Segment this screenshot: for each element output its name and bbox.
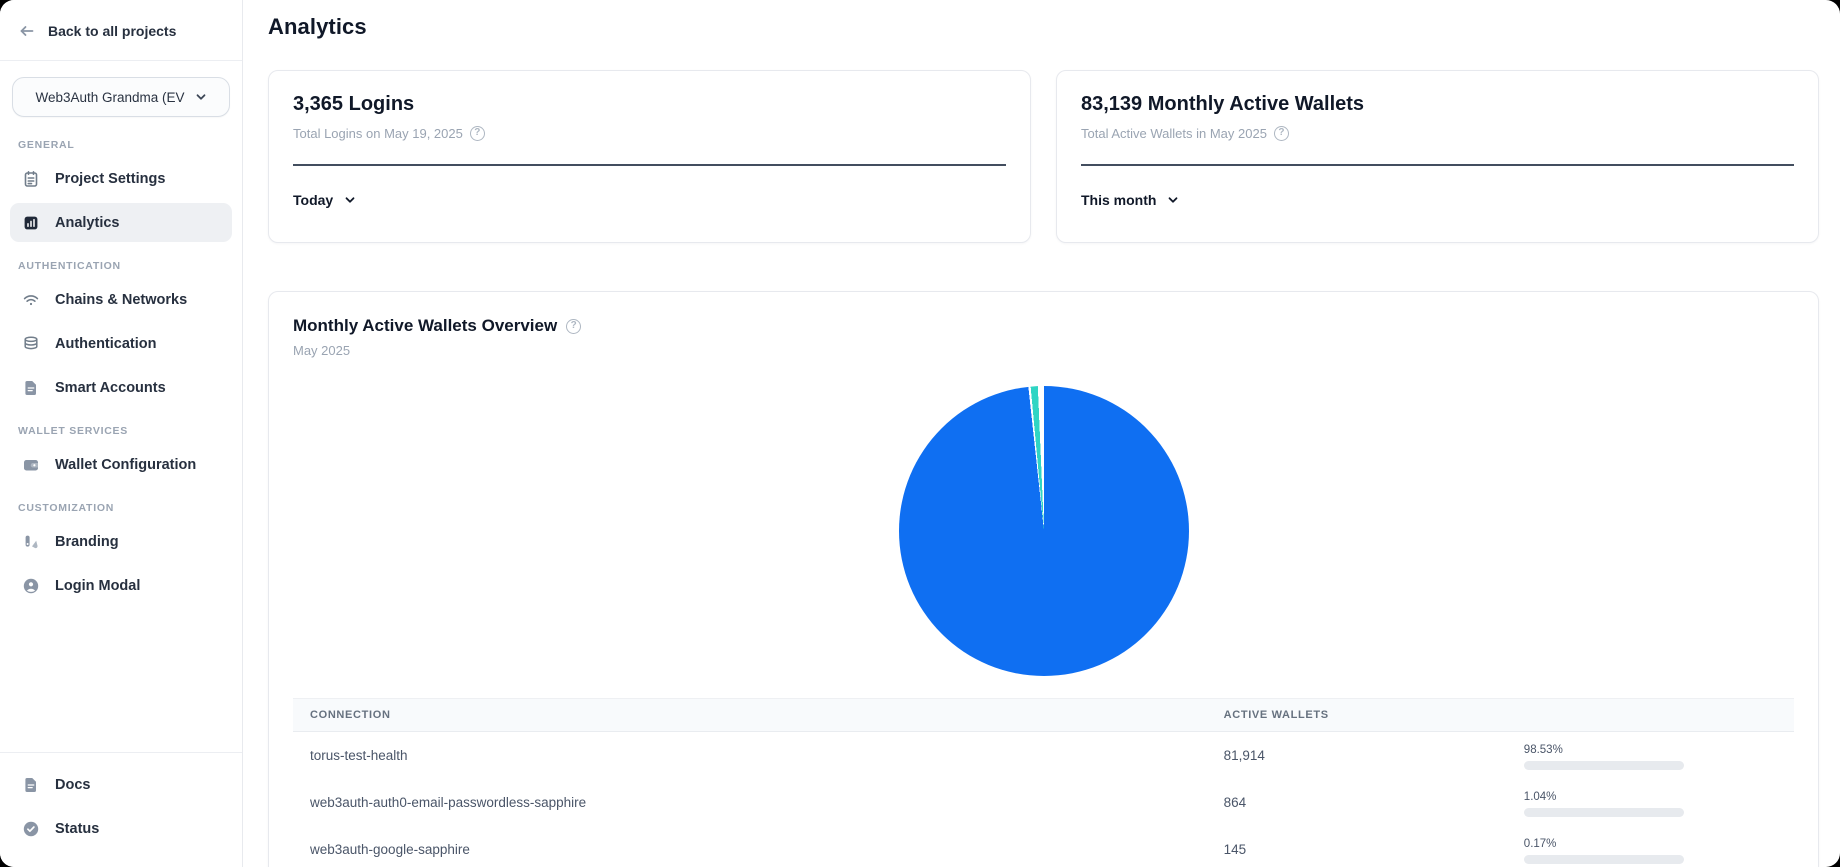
percent-bar-track <box>1524 855 1684 864</box>
sidebar-item-docs[interactable]: Docs <box>10 765 232 804</box>
pie-chart-area <box>293 386 1794 676</box>
percent-bar-track <box>1524 761 1684 770</box>
sidebar-item-smart-accounts[interactable]: Smart Accounts <box>10 368 232 407</box>
bar-chart-icon <box>22 214 40 232</box>
column-header-connection: CONNECTION <box>293 709 1224 721</box>
sidebar-item-label: Project Settings <box>55 171 165 187</box>
branding-brush-icon <box>22 533 40 551</box>
logins-value: 3,365 Logins <box>293 93 1006 116</box>
overview-title: Monthly Active Wallets Overview <box>293 316 557 336</box>
sidebar-item-chains-networks[interactable]: Chains & Networks <box>10 280 232 319</box>
help-icon[interactable]: ? <box>566 319 581 334</box>
chevron-down-icon <box>195 91 207 103</box>
active-wallets-value: 145 <box>1224 842 1524 857</box>
sidebar-item-label: Branding <box>55 534 119 550</box>
logins-stat-card: 3,365 Logins Total Logins on May 19, 202… <box>268 70 1031 243</box>
sidebar-item-login-modal[interactable]: Login Modal <box>10 566 232 605</box>
wallet-icon <box>22 456 40 474</box>
connection-name: web3auth-google-sapphire <box>293 842 1224 857</box>
sidebar-item-authentication[interactable]: Authentication <box>10 324 232 363</box>
percent-label: 98.53% <box>1524 744 1794 756</box>
maw-value: 83,139 Monthly Active Wallets <box>1081 93 1794 116</box>
sidebar-item-project-settings[interactable]: Project Settings <box>10 159 232 198</box>
sidebar-item-label: Wallet Configuration <box>55 457 196 473</box>
project-selector-dropdown[interactable]: Web3Auth Grandma (EV <box>12 77 230 117</box>
connection-name: torus-test-health <box>293 748 1224 763</box>
back-to-projects-link[interactable]: Back to all projects <box>0 0 242 60</box>
back-label: Back to all projects <box>48 23 176 39</box>
main-content: Analytics 3,365 Logins Total Logins on M… <box>243 0 1840 867</box>
section-label-authentication: AUTHENTICATION <box>18 260 224 272</box>
table-header-row: CONNECTION ACTIVE WALLETS <box>293 698 1794 732</box>
maw-subtitle: Total Active Wallets in May 2025 <box>1081 126 1267 141</box>
logins-range-dropdown[interactable]: Today <box>293 192 356 208</box>
stat-card-divider <box>1081 164 1794 166</box>
table-row[interactable]: web3auth-google-sapphire 145 0.17% <box>293 826 1794 867</box>
connections-table: CONNECTION ACTIVE WALLETS torus-test-hea… <box>293 698 1794 867</box>
overview-subtitle: May 2025 <box>293 343 1794 358</box>
sidebar-item-label: Status <box>55 821 99 837</box>
percent-bar-track <box>1524 808 1684 817</box>
chevron-down-icon <box>1167 194 1179 206</box>
sidebar-item-branding[interactable]: Branding <box>10 522 232 561</box>
sidebar-item-label: Smart Accounts <box>55 380 166 396</box>
section-label-general: GENERAL <box>18 139 224 151</box>
sidebar-nav: GENERAL Project Settings Anal <box>0 119 242 752</box>
section-label-customization: CUSTOMIZATION <box>18 502 224 514</box>
stat-cards-row: 3,365 Logins Total Logins on May 19, 202… <box>268 70 1819 243</box>
user-circle-icon <box>22 577 40 595</box>
sidebar-item-label: Docs <box>55 777 90 793</box>
sidebar: Back to all projects Web3Auth Grandma (E… <box>0 0 243 867</box>
database-icon <box>22 335 40 353</box>
sidebar-footer: Docs Status <box>0 752 242 867</box>
document-icon <box>22 379 40 397</box>
sidebar-item-label: Authentication <box>55 336 157 352</box>
table-row[interactable]: web3auth-auth0-email-passwordless-sapphi… <box>293 779 1794 826</box>
wifi-signal-icon <box>22 291 40 309</box>
stat-card-divider <box>293 164 1006 166</box>
back-arrow-icon <box>18 22 36 40</box>
project-selector-value: Web3Auth Grandma (EV <box>35 90 184 105</box>
maw-range-dropdown[interactable]: This month <box>1081 192 1179 208</box>
connection-name: web3auth-auth0-email-passwordless-sapphi… <box>293 795 1224 810</box>
sidebar-divider <box>0 60 242 61</box>
overview-card: Monthly Active Wallets Overview ? May 20… <box>268 291 1819 867</box>
sidebar-item-label: Login Modal <box>55 578 140 594</box>
percent-label: 0.17% <box>1524 838 1794 850</box>
logins-range-value: Today <box>293 192 333 208</box>
web3auth-dashboard-window: Back to all projects Web3Auth Grandma (E… <box>0 0 1840 867</box>
sidebar-item-label: Analytics <box>55 215 119 231</box>
maw-stat-card: 83,139 Monthly Active Wallets Total Acti… <box>1056 70 1819 243</box>
sidebar-item-label: Chains & Networks <box>55 292 187 308</box>
table-row[interactable]: torus-test-health 81,914 98.53% <box>293 732 1794 779</box>
section-label-wallet-services: WALLET SERVICES <box>18 425 224 437</box>
chevron-down-icon <box>344 194 356 206</box>
percent-label: 1.04% <box>1524 791 1794 803</box>
column-header-active-wallets: ACTIVE WALLETS <box>1224 709 1524 721</box>
sidebar-item-wallet-configuration[interactable]: Wallet Configuration <box>10 445 232 484</box>
docs-file-icon <box>22 776 40 794</box>
maw-range-value: This month <box>1081 192 1156 208</box>
help-icon[interactable]: ? <box>1274 126 1289 141</box>
clipboard-icon <box>22 170 40 188</box>
pie-chart[interactable] <box>899 386 1189 676</box>
sidebar-item-analytics[interactable]: Analytics <box>10 203 232 242</box>
page-title: Analytics <box>268 14 1819 40</box>
check-circle-icon <box>22 820 40 838</box>
active-wallets-value: 864 <box>1224 795 1524 810</box>
active-wallets-value: 81,914 <box>1224 748 1524 763</box>
sidebar-item-status[interactable]: Status <box>10 809 232 848</box>
help-icon[interactable]: ? <box>470 126 485 141</box>
logins-subtitle: Total Logins on May 19, 2025 <box>293 126 463 141</box>
